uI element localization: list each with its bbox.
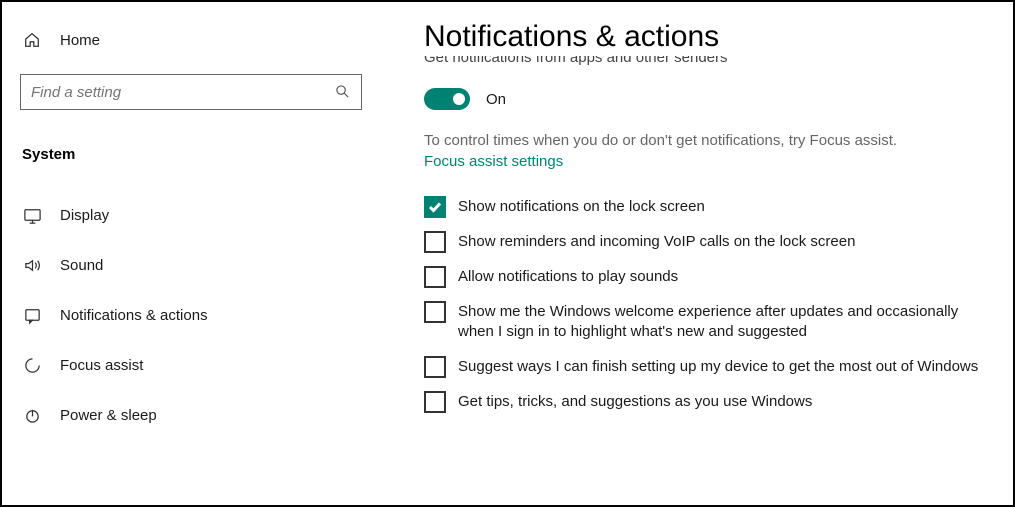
home-icon bbox=[22, 30, 42, 50]
checkbox[interactable] bbox=[424, 356, 446, 378]
toggle-label: On bbox=[486, 91, 506, 108]
check-voip-lock-screen[interactable]: Show reminders and incoming VoIP calls o… bbox=[424, 231, 993, 253]
search-icon bbox=[335, 84, 351, 100]
sidebar-item-label: Power & sleep bbox=[60, 407, 157, 424]
checkbox[interactable] bbox=[424, 301, 446, 323]
check-setup-suggestions[interactable]: Suggest ways I can finish setting up my … bbox=[424, 356, 993, 378]
sidebar: Home System Display Sound bbox=[2, 2, 382, 505]
sound-icon bbox=[22, 255, 42, 275]
section-subheading: Get notifications from apps and other se… bbox=[424, 55, 993, 73]
display-icon bbox=[22, 205, 42, 225]
sidebar-item-display[interactable]: Display bbox=[20, 193, 382, 237]
focus-assist-link[interactable]: Focus assist settings bbox=[424, 153, 563, 170]
checkbox[interactable] bbox=[424, 391, 446, 413]
checkbox[interactable] bbox=[424, 196, 446, 218]
check-label: Show me the Windows welcome experience a… bbox=[458, 301, 993, 343]
sidebar-item-label: Display bbox=[60, 207, 109, 224]
check-list: Show notifications on the lock screen Sh… bbox=[424, 196, 993, 413]
main-content: Notifications & actions Get notification… bbox=[382, 2, 1013, 505]
sidebar-item-focus-assist[interactable]: Focus assist bbox=[20, 343, 382, 387]
home-label: Home bbox=[60, 32, 100, 49]
check-welcome-experience[interactable]: Show me the Windows welcome experience a… bbox=[424, 301, 993, 343]
sidebar-item-power-sleep[interactable]: Power & sleep bbox=[20, 393, 382, 437]
check-label: Get tips, tricks, and suggestions as you… bbox=[458, 391, 812, 412]
search-input-wrapper[interactable] bbox=[20, 74, 362, 110]
notifications-toggle-row: On bbox=[424, 88, 993, 110]
sidebar-item-sound[interactable]: Sound bbox=[20, 243, 382, 287]
sidebar-item-label: Sound bbox=[60, 257, 103, 274]
check-label: Allow notifications to play sounds bbox=[458, 266, 678, 287]
home-link[interactable]: Home bbox=[20, 20, 382, 60]
checkbox[interactable] bbox=[424, 266, 446, 288]
check-label: Show reminders and incoming VoIP calls o… bbox=[458, 231, 855, 252]
sidebar-item-notifications[interactable]: Notifications & actions bbox=[20, 293, 382, 337]
power-icon bbox=[22, 405, 42, 425]
page-title: Notifications & actions bbox=[424, 20, 993, 54]
checkbox[interactable] bbox=[424, 231, 446, 253]
search-input[interactable] bbox=[31, 84, 335, 101]
category-label: System bbox=[20, 136, 382, 173]
notifications-toggle[interactable] bbox=[424, 88, 470, 110]
focus-icon bbox=[22, 355, 42, 375]
helper-text: To control times when you do or don't ge… bbox=[424, 132, 993, 149]
notifications-icon bbox=[22, 305, 42, 325]
check-label: Show notifications on the lock screen bbox=[458, 196, 705, 217]
sidebar-item-label: Notifications & actions bbox=[60, 307, 208, 324]
check-label: Suggest ways I can finish setting up my … bbox=[458, 356, 978, 377]
check-lock-screen-notifications[interactable]: Show notifications on the lock screen bbox=[424, 196, 993, 218]
check-tips-tricks[interactable]: Get tips, tricks, and suggestions as you… bbox=[424, 391, 993, 413]
check-play-sounds[interactable]: Allow notifications to play sounds bbox=[424, 266, 993, 288]
sidebar-item-label: Focus assist bbox=[60, 357, 143, 374]
